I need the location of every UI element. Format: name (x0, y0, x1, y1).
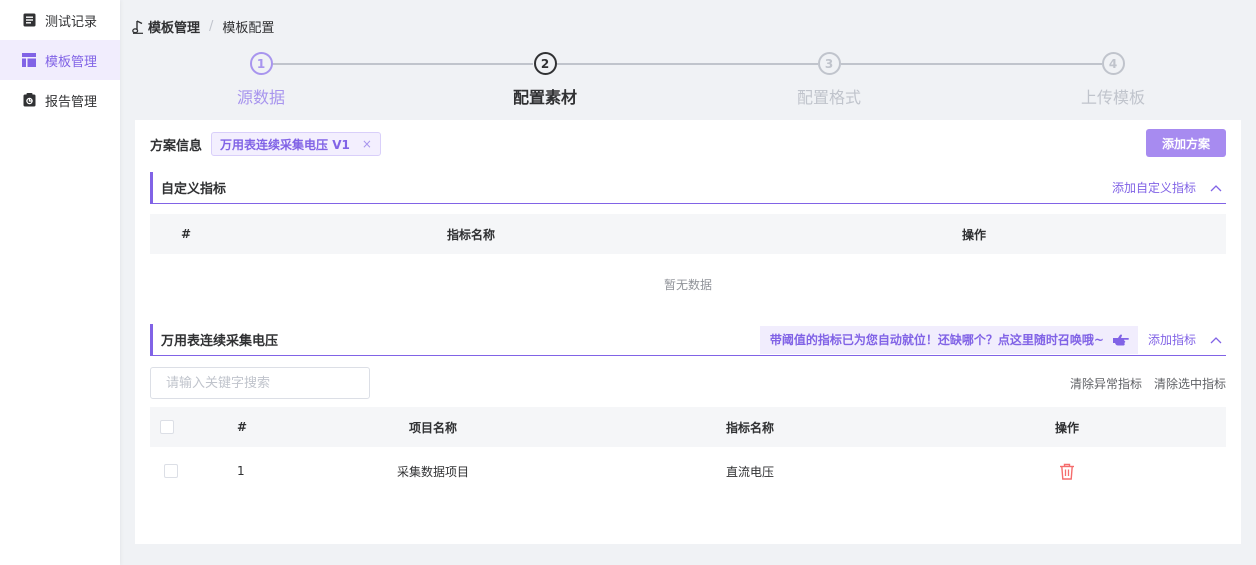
add-plan-button[interactable]: 添加方案 (1146, 129, 1226, 157)
column-header-index: # (181, 227, 192, 241)
close-icon[interactable]: × (362, 137, 372, 151)
chevron-up-icon[interactable] (1210, 182, 1222, 194)
step-number: 4 (1101, 52, 1125, 75)
music-note-icon (132, 19, 144, 34)
sidebar-item-test-records[interactable]: 测试记录 (0, 0, 120, 40)
clear-selected-metrics-button[interactable]: 清除选中指标 (1154, 375, 1226, 392)
sidebar-item-label: 模板管理 (45, 54, 98, 70)
empty-state: 暂无数据 (663, 277, 712, 292)
step-upload-template: 4 上传模板 (1053, 52, 1173, 108)
column-header-metric-name: 指标名称 (447, 227, 496, 242)
template-icon (22, 53, 36, 67)
breadcrumb-separator: / (209, 19, 214, 34)
row-index: 1 (237, 464, 245, 478)
document-icon (22, 13, 36, 27)
auto-metrics-hint[interactable]: 带阈值的指标已为您自动就位！还缺哪个？点这里随时召唤哦~ (759, 325, 1138, 354)
sidebar-item-label: 测试记录 (45, 14, 98, 30)
add-custom-metric-link[interactable]: 添加自定义指标 (1112, 179, 1196, 196)
plan-info-label: 方案信息 (150, 138, 203, 154)
metric-table-header: # 项目名称 指标名称 操作 (150, 407, 1226, 447)
column-header-project-name: 项目名称 (409, 420, 458, 435)
breadcrumb-current: 模板配置 (222, 21, 275, 36)
breadcrumb-first-label: 模板管理 (148, 21, 201, 36)
keyword-search-input[interactable] (150, 367, 370, 399)
column-header-actions: 操作 (962, 227, 987, 242)
sidebar: 测试记录 模板管理 报告管理 (0, 0, 120, 565)
row-metric-name: 直流电压 (726, 464, 775, 479)
report-icon (22, 93, 36, 107)
row-checkbox[interactable] (164, 464, 178, 478)
delete-row-cell (1059, 447, 1075, 495)
section-title: 万用表连续采集电压 (161, 334, 279, 349)
trash-icon[interactable] (1059, 463, 1075, 480)
plan-tag: 万用表连续采集电压 V1 × (211, 132, 381, 156)
breadcrumb: 模板管理 / 模板配置 (132, 17, 274, 36)
step-source-data: 1 源数据 (201, 52, 321, 108)
step-number: 2 (533, 52, 557, 75)
steps-progress: 1 源数据 2 配置素材 3 配置格式 4 上传模板 (120, 52, 1256, 112)
custom-metrics-header: 自定义指标 添加自定义指标 (150, 172, 1226, 204)
step-number: 3 (817, 52, 841, 75)
metric-tools: 清除异常指标 清除选中指标 (1058, 375, 1226, 392)
sidebar-item-label: 报告管理 (45, 94, 98, 110)
step-label: 源数据 (236, 88, 285, 107)
main-content: 模板管理 / 模板配置 1 源数据 2 配置素材 3 配置格式 4 上传模板 方… (120, 0, 1256, 565)
metric-section-header: 万用表连续采集电压 带阈值的指标已为您自动就位！还缺哪个？点这里随时召唤哦~ 添… (150, 324, 1226, 356)
step-connector (272, 63, 533, 65)
plan-tag-label: 万用表连续采集电压 V1 (220, 137, 350, 152)
custom-metrics-table-header: # 指标名称 操作 (150, 214, 1226, 254)
table-row: 1 采集数据项目 直流电压 (150, 447, 1226, 495)
select-all-checkbox[interactable] (160, 420, 174, 434)
column-header-metric-name: 指标名称 (726, 420, 775, 435)
column-header-actions: 操作 (1055, 420, 1080, 435)
column-header-index: # (237, 420, 248, 434)
add-metric-link[interactable]: 添加指标 (1148, 331, 1196, 348)
pointing-hand-icon (1112, 333, 1130, 347)
step-configure-material: 2 配置素材 (485, 52, 605, 108)
step-label: 配置格式 (796, 88, 861, 107)
step-connector (841, 63, 1102, 65)
sidebar-item-report-management[interactable]: 报告管理 (0, 80, 120, 120)
config-card: 方案信息 万用表连续采集电压 V1 × 添加方案 自定义指标 添加自定义指标 #… (135, 120, 1241, 544)
step-label: 配置素材 (512, 88, 577, 107)
select-all-checkbox-cell (160, 407, 174, 447)
step-label: 上传模板 (1080, 88, 1145, 107)
hint-text: 带阈值的指标已为您自动就位！还缺哪个？点这里随时召唤哦~ (769, 333, 1104, 347)
step-connector (557, 63, 818, 65)
sidebar-item-template-management[interactable]: 模板管理 (0, 40, 120, 80)
chevron-up-icon[interactable] (1210, 334, 1222, 346)
step-number: 1 (249, 52, 273, 75)
section-title: 自定义指标 (161, 182, 227, 197)
row-checkbox-cell (164, 447, 178, 495)
clear-abnormal-metrics-button[interactable]: 清除异常指标 (1070, 375, 1142, 392)
plan-info-row: 方案信息 万用表连续采集电压 V1 × (150, 130, 1226, 158)
row-project-name: 采集数据项目 (397, 464, 470, 479)
breadcrumb-home[interactable]: 模板管理 (132, 17, 200, 36)
step-configure-format: 3 配置格式 (769, 52, 889, 108)
